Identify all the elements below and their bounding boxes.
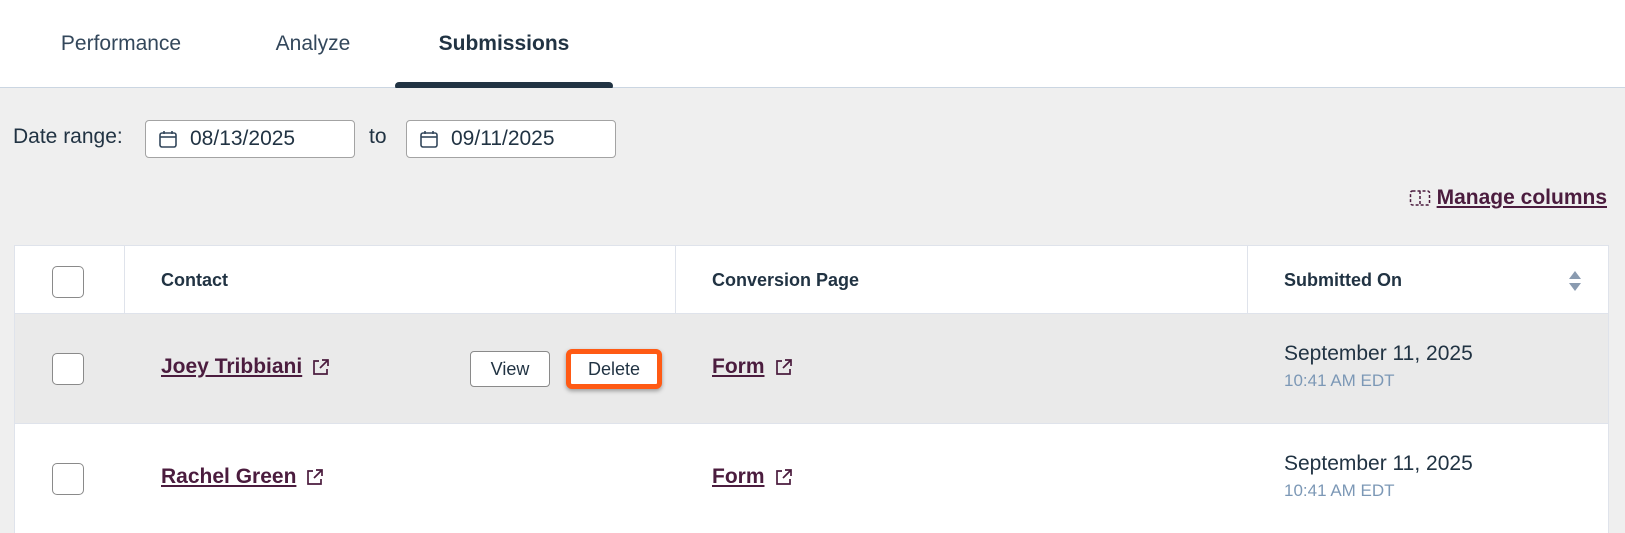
contact-name: Rachel Green [161, 465, 297, 488]
submissions-table: Contact Conversion Page Submitted On Joe… [14, 245, 1609, 533]
contact-link[interactable]: Rachel Green [161, 465, 324, 489]
table-header: Contact Conversion Page Submitted On [15, 246, 1608, 314]
tab-performance[interactable]: Performance [26, 0, 216, 88]
submissions-panel: Date range: 08/13/2025 to 09/11/2025 Man… [0, 88, 1625, 533]
contact-link[interactable]: Joey Tribbiani [161, 355, 330, 379]
to-label: to [369, 125, 387, 148]
external-link-icon [307, 468, 324, 485]
end-date-value: 09/11/2025 [451, 127, 555, 150]
manage-columns-label: Manage columns [1436, 186, 1607, 209]
start-date-input[interactable]: 08/13/2025 [145, 120, 355, 158]
end-date-input[interactable]: 09/11/2025 [406, 120, 616, 158]
submitted-time: 10:41 AM EDT [1284, 371, 1395, 390]
manage-columns-link[interactable]: Manage columns [1409, 186, 1607, 210]
columns-icon [1409, 190, 1430, 206]
submitted-time: 10:41 AM EDT [1284, 481, 1395, 500]
row-checkbox[interactable] [52, 463, 84, 495]
tab-analyze[interactable]: Analyze [230, 0, 396, 88]
submitted-date: September 11, 2025 [1284, 452, 1473, 475]
table-row[interactable]: Rachel Green Form September 11, 2025 10:… [15, 424, 1608, 533]
column-header-contact[interactable]: Contact [161, 246, 228, 314]
start-date-value: 08/13/2025 [190, 127, 296, 150]
conversion-page-name: Form [712, 355, 765, 378]
conversion-page-link[interactable]: Form [712, 355, 793, 379]
select-all-checkbox[interactable] [52, 266, 84, 298]
submitted-date: September 11, 2025 [1284, 342, 1473, 365]
row-checkbox[interactable] [52, 353, 84, 385]
date-range-label: Date range: [13, 125, 123, 148]
column-divider [1247, 246, 1248, 314]
external-link-icon [313, 358, 330, 375]
table-row[interactable]: Joey Tribbiani View Delete Form Septembe… [15, 314, 1608, 424]
contact-name: Joey Tribbiani [161, 355, 303, 378]
calendar-icon [420, 131, 438, 148]
calendar-icon [159, 131, 177, 148]
conversion-page-link[interactable]: Form [712, 465, 793, 489]
external-link-icon [775, 468, 792, 485]
column-divider [675, 246, 676, 314]
conversion-page-name: Form [712, 465, 765, 488]
delete-button[interactable]: Delete [566, 349, 662, 389]
column-header-submitted-on[interactable]: Submitted On [1284, 246, 1402, 314]
view-button[interactable]: View [470, 351, 550, 387]
sort-icon[interactable] [1568, 269, 1582, 293]
column-header-conversion-page[interactable]: Conversion Page [712, 246, 859, 314]
tab-bar: Performance Analyze Submissions [0, 0, 1625, 90]
external-link-icon [775, 358, 792, 375]
tab-submissions[interactable]: Submissions [395, 0, 613, 88]
column-divider [124, 246, 125, 314]
